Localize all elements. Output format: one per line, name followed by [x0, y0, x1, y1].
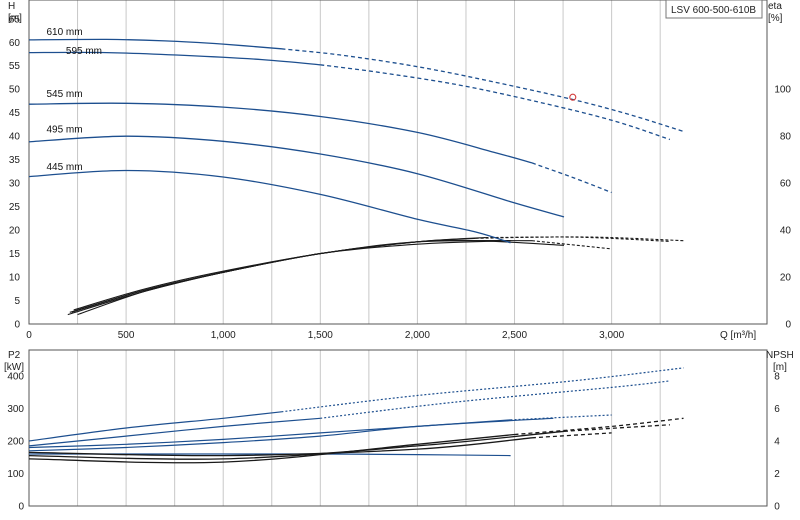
flow-x-tick-label: 2,500	[502, 330, 527, 341]
head-efficiency-chart: 05101520253035404550556065 020406080100 …	[8, 0, 791, 341]
eta-y-tick-label: 100	[774, 85, 791, 96]
npsh-y-tick-label: 6	[774, 404, 780, 415]
head-y-tick-label: 0	[14, 320, 20, 331]
eta-y-tick-label: 40	[780, 226, 792, 237]
head-curve	[28, 169, 511, 244]
eta-curve	[69, 237, 476, 313]
head-plot-frame	[28, 0, 768, 325]
head-axis-label: H	[8, 1, 15, 12]
npsh-curve-extension	[563, 424, 670, 432]
npsh-axis-label: NPSH	[766, 350, 794, 361]
head-curve-label: 610 mm	[46, 27, 82, 38]
power-npsh-chart: 0 100 200 300 400 0 2 4 6 8 P2 [kW] NPSH [m]	[4, 349, 794, 513]
eta-curve	[73, 239, 533, 311]
head-curve	[28, 102, 533, 164]
flow-x-tick-label: 1,500	[308, 330, 333, 341]
power-y-ticks: 0 100 200 300 400	[7, 372, 24, 513]
power-axis-label: P2	[8, 350, 21, 361]
head-curve-label: 445 mm	[46, 162, 82, 173]
head-grid	[28, 0, 661, 324]
power-curve-extension	[510, 414, 612, 421]
head-curve-extension	[320, 64, 671, 141]
head-y-tick-label: 20	[9, 226, 21, 237]
head-y-tick-label: 35	[9, 155, 21, 166]
flow-x-tick-label: 500	[118, 330, 135, 341]
head-y-tick-label: 30	[9, 179, 21, 190]
eta-y-tick-label: 80	[780, 132, 792, 143]
head-y-tick-label: 55	[9, 61, 21, 72]
npsh-y-tick-label: 0	[774, 502, 780, 513]
flow-x-tick-label: 2,000	[405, 330, 430, 341]
power-curve	[28, 419, 511, 449]
head-y-tick-label: 60	[9, 38, 21, 49]
power-y-tick-label: 0	[18, 502, 24, 513]
eta-y-tick-label: 20	[780, 273, 792, 284]
head-y-tick-label: 25	[9, 202, 21, 213]
flow-x-tick-label: 0	[26, 330, 32, 341]
npsh-axis-unit: [m]	[773, 362, 787, 373]
head-curve-extension	[531, 162, 612, 194]
eta-curve	[77, 240, 511, 316]
eta-curve-extension	[531, 240, 612, 250]
eta-axis-label: eta	[768, 1, 782, 12]
head-curve-label: 545 mm	[46, 89, 82, 100]
model-badge: LSV 600-500-610B	[671, 5, 756, 16]
power-y-tick-label: 200	[7, 437, 24, 448]
head-y-tick-label: 45	[9, 108, 21, 119]
eta-curve	[71, 237, 486, 313]
power-npsh-series	[28, 367, 684, 464]
npsh-y-tick-label: 2	[774, 469, 780, 480]
eta-y-tick-label: 60	[780, 179, 792, 190]
power-curve-extension	[320, 380, 670, 419]
head-y-tick-label: 5	[14, 296, 20, 307]
head-y-tick-label: 15	[9, 249, 21, 260]
eta-y-ticks: 0 20 40 60 80 100	[774, 85, 791, 331]
head-curve	[28, 135, 565, 218]
flow-x-tick-label: 3,000	[599, 330, 624, 341]
power-curve-extension	[281, 367, 684, 413]
head-y-tick-label: 10	[9, 273, 21, 284]
head-y-ticks: 05101520253035404550556065	[9, 14, 21, 330]
eta-curve	[67, 239, 565, 316]
head-y-tick-label: 50	[9, 85, 21, 96]
power-y-tick-label: 300	[7, 404, 24, 415]
power-axis-unit: [kW]	[4, 362, 24, 373]
head-y-tick-label: 40	[9, 132, 21, 143]
head-axis-unit: [m]	[8, 13, 22, 24]
pump-performance-chart: 05101520253035404550556065 020406080100 …	[4, 0, 794, 513]
head-eta-series: 610 mm 595 mm 545 mm 495 mm 445 mm	[28, 27, 684, 316]
npsh-y-ticks: 0 2 4 6 8	[774, 372, 780, 513]
eta-y-tick-label: 0	[785, 320, 791, 331]
power-y-tick-label: 400	[7, 372, 24, 383]
npsh-y-tick-label: 8	[774, 372, 780, 383]
flow-x-tick-label: 1,000	[211, 330, 236, 341]
flow-x-ticks: 0 500 1,000 1,500 2,000 2,500 3,000	[26, 330, 624, 341]
head-curve-label: 595 mm	[66, 46, 102, 57]
npsh-curve-extension	[514, 417, 684, 436]
head-curve-label: 495 mm	[46, 124, 82, 135]
npsh-y-tick-label: 4	[774, 437, 780, 448]
flow-axis-label: Q [m³/h]	[720, 330, 756, 341]
power-y-tick-label: 100	[7, 469, 24, 480]
eta-axis-unit: [%]	[768, 13, 783, 24]
power-curve	[28, 411, 282, 442]
